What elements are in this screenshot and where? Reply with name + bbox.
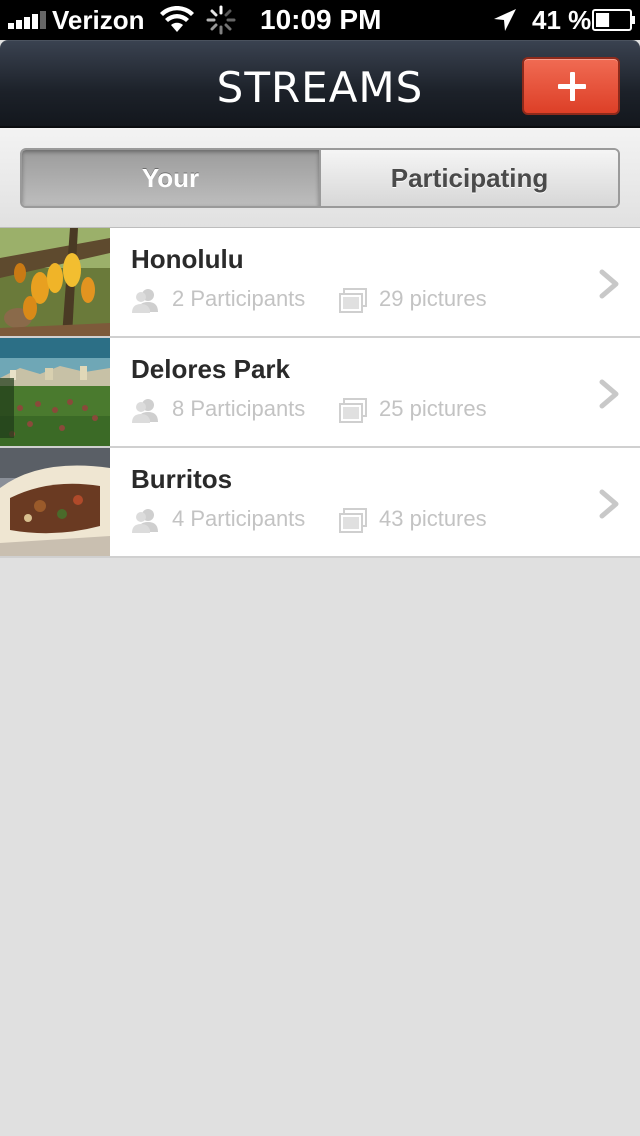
participants-icon	[132, 289, 158, 313]
nav-bar: STREAMS	[0, 40, 640, 128]
stream-filter-segmented-control: Your Participating	[20, 148, 620, 208]
participants-icon	[132, 509, 158, 533]
stream-title: Honolulu	[131, 244, 244, 274]
battery-icon	[592, 9, 635, 31]
battery-percent: 41 %	[532, 5, 592, 35]
stream-row[interactable]: Delores Park 8 Participants 25 pictures	[0, 338, 640, 448]
pictures-count: 25 pictures	[379, 396, 487, 421]
pictures-icon	[339, 398, 367, 423]
pictures-count: 29 pictures	[379, 286, 487, 311]
pictures-count: 43 pictures	[379, 506, 487, 531]
stream-title: Delores Park	[131, 354, 290, 384]
stream-title: Burritos	[131, 464, 233, 494]
stream-list: Honolulu 2 Participants 29 pictures Delo…	[0, 228, 640, 558]
segment-participating[interactable]: Participating	[319, 150, 618, 206]
participants-count: 8 Participants	[172, 396, 306, 421]
chevron-right-icon	[599, 379, 619, 409]
participants-count: 2 Participants	[172, 286, 306, 311]
pictures-icon	[339, 288, 367, 313]
stream-row[interactable]: Burritos 4 Participants 43 pictures	[0, 448, 640, 558]
participants-count: 4 Participants	[172, 506, 306, 531]
add-stream-button[interactable]	[522, 57, 620, 115]
status-time: 10:09 PM	[260, 4, 382, 35]
pictures-icon	[339, 508, 367, 533]
carrier-name: Verizon	[52, 5, 145, 35]
stream-row[interactable]: Honolulu 2 Participants 29 pictures	[0, 228, 640, 338]
stream-thumbnail	[0, 228, 110, 336]
stream-thumbnail	[0, 448, 110, 556]
location-arrow-icon	[494, 9, 516, 31]
participants-icon	[132, 399, 158, 423]
chevron-right-icon	[599, 269, 619, 299]
segment-your[interactable]: Your	[22, 150, 319, 206]
signal-icon	[8, 11, 46, 29]
segment-bar: Your Participating	[0, 128, 640, 228]
status-bar: Verizon 10:09 PM 41 %	[0, 0, 640, 40]
stream-thumbnail	[0, 338, 110, 446]
chevron-right-icon	[599, 489, 619, 519]
wifi-icon	[160, 6, 194, 32]
activity-spinner-icon	[206, 5, 236, 35]
